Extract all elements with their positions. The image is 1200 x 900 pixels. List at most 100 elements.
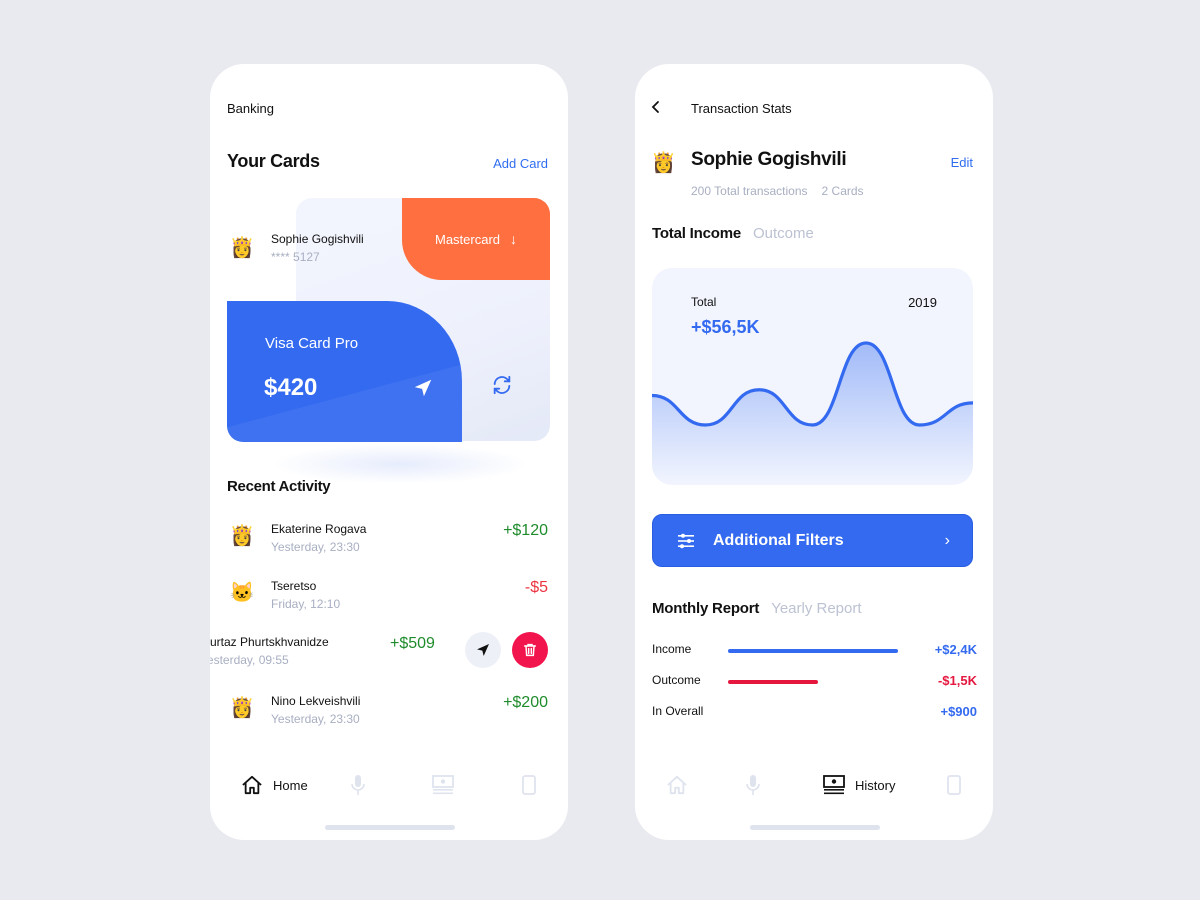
trash-icon xyxy=(523,643,537,657)
tab-voice[interactable] xyxy=(745,772,761,798)
total-transactions: 200 Total transactions xyxy=(691,184,808,198)
mastercard-card[interactable]: Mastercard ↓ xyxy=(402,198,550,280)
chevron-left-icon xyxy=(651,101,659,113)
mastercard-label: Mastercard xyxy=(434,231,501,247)
cards-stack: Mastercard ↓ 👸 Sophie Gogishvili **** 51… xyxy=(227,198,551,444)
tab-home-label: Home xyxy=(273,777,308,793)
money-icon xyxy=(432,775,454,795)
tab-outcome[interactable]: Outcome xyxy=(753,225,814,242)
chart-total-label: Total xyxy=(691,295,717,309)
tab-home[interactable]: Home xyxy=(241,772,308,798)
tab-money[interactable] xyxy=(432,772,454,798)
activity-time: Yesterday, 23:30 xyxy=(271,540,360,554)
activity-name: Nino Lekveishvili xyxy=(271,694,361,708)
tab-device[interactable] xyxy=(947,772,961,798)
report-label: Income xyxy=(652,642,692,656)
send-button[interactable] xyxy=(465,632,501,668)
app-title: Banking xyxy=(227,101,274,116)
card-masked-number: **** 5127 xyxy=(271,250,320,264)
delete-button[interactable] xyxy=(512,632,548,668)
arrow-down-icon: ↓ xyxy=(510,231,518,247)
visa-card-label: Visa Card Pro xyxy=(265,335,359,352)
home-indicator xyxy=(750,825,880,830)
report-row-overall: In Overall +$900 xyxy=(652,704,977,722)
visa-card[interactable]: Visa Card Pro $420 xyxy=(227,301,462,442)
chart-area-fill xyxy=(652,343,973,485)
activity-amount: +$120 xyxy=(503,522,548,539)
outcome-bar xyxy=(728,680,819,684)
profile-meta: 200 Total transactions 2 Cards xyxy=(691,184,864,198)
phone-icon xyxy=(947,775,961,795)
back-button[interactable] xyxy=(651,100,661,119)
report-row-outcome: Outcome -$1,5K xyxy=(652,673,977,691)
sliders-icon xyxy=(678,533,694,548)
income-bar xyxy=(728,649,898,653)
tab-home[interactable] xyxy=(666,772,688,798)
home-indicator xyxy=(325,825,455,830)
activity-time: Friday, 12:10 xyxy=(271,597,341,611)
activity-name: Ekaterine Rogava xyxy=(271,522,367,536)
report-value: +$900 xyxy=(940,704,977,719)
money-icon xyxy=(823,775,845,795)
home-icon xyxy=(667,775,687,795)
card-holder: 👸 Sophie Gogishvili **** 5127 xyxy=(227,232,364,264)
tab-bar: Home xyxy=(210,772,568,802)
tab-history[interactable]: History xyxy=(823,772,895,798)
chart-total-value: +$56,5K xyxy=(691,317,760,337)
report-row-income: Income +$2,4K xyxy=(652,642,977,660)
phone-icon xyxy=(522,775,536,795)
activity-amount: -$5 xyxy=(524,579,548,596)
chevron-right-icon: › xyxy=(944,531,950,549)
income-chart-card: Total 2019 +$56,5K xyxy=(652,268,973,485)
tab-monthly-report[interactable]: Monthly Report xyxy=(652,600,759,617)
avatar: 🐱 xyxy=(229,582,255,604)
tab-yearly-report[interactable]: Yearly Report xyxy=(771,600,861,617)
list-item[interactable]: 👸 Nino Lekveishvili Yesterday, 23:30 +$2… xyxy=(210,688,568,732)
tab-device[interactable] xyxy=(522,772,536,798)
list-item[interactable]: 🐱 Tseretso Friday, 12:10 -$5 xyxy=(210,573,568,617)
activity-name: Tseretso xyxy=(271,579,317,593)
your-cards-title: Your Cards xyxy=(227,151,320,171)
chart-series-line xyxy=(652,341,973,427)
profile-name: Sophie Gogishvili xyxy=(691,149,847,170)
card-holder-name: Sophie Gogishvili xyxy=(271,232,364,246)
tab-voice[interactable] xyxy=(350,772,366,798)
cards-count: 2 Cards xyxy=(821,184,864,198)
avatar: 👸 xyxy=(229,525,255,547)
refresh-icon[interactable] xyxy=(491,374,513,396)
additional-filters-button[interactable]: Additional Filters › xyxy=(652,514,973,567)
list-item[interactable]: 👸 Ekaterine Rogava Yesterday, 23:30 +$12… xyxy=(210,516,568,560)
banking-screen: Banking Your Cards Add Card Mastercard ↓… xyxy=(210,64,568,840)
add-card-link[interactable]: Add Card xyxy=(493,156,548,171)
chart-year[interactable]: 2019 xyxy=(908,295,937,310)
microphone-icon xyxy=(746,775,760,795)
activity-time: Yesterday, 09:55 xyxy=(210,653,289,667)
avatar: 👸 xyxy=(229,697,255,719)
edit-button[interactable]: Edit xyxy=(951,155,973,170)
avatar: 👸 xyxy=(229,237,255,259)
report-value: +$2,4K xyxy=(934,642,977,657)
page-title: Transaction Stats xyxy=(691,101,792,116)
report-label: Outcome xyxy=(652,673,701,687)
send-icon xyxy=(477,644,489,656)
transaction-stats-screen: Transaction Stats 👸 Sophie Gogishvili Ed… xyxy=(635,64,993,840)
income-tabs: Total Income Outcome xyxy=(652,225,814,242)
recent-activity-title: Recent Activity xyxy=(227,478,331,495)
activity-amount: +$509 xyxy=(390,635,435,652)
tab-total-income[interactable]: Total Income xyxy=(652,225,741,242)
avatar: 👸 xyxy=(651,152,676,174)
report-value: -$1,5K xyxy=(937,673,977,688)
visa-card-balance: $420 xyxy=(264,374,318,401)
report-tabs: Monthly Report Yearly Report xyxy=(652,600,862,617)
activity-time: Yesterday, 23:30 xyxy=(271,712,360,726)
tab-history-label: History xyxy=(855,777,896,793)
home-icon xyxy=(242,775,262,795)
tab-bar: History xyxy=(635,772,993,802)
list-item-swiped[interactable]: Murtaz Phurtskhvanidze Yesterday, 09:55 … xyxy=(210,629,568,673)
report-label: In Overall xyxy=(652,704,704,718)
activity-name: Murtaz Phurtskhvanidze xyxy=(210,635,329,649)
microphone-icon xyxy=(351,775,365,795)
additional-filters-label: Additional Filters xyxy=(713,531,844,549)
activity-amount: +$200 xyxy=(503,694,548,711)
send-icon[interactable] xyxy=(412,377,434,399)
